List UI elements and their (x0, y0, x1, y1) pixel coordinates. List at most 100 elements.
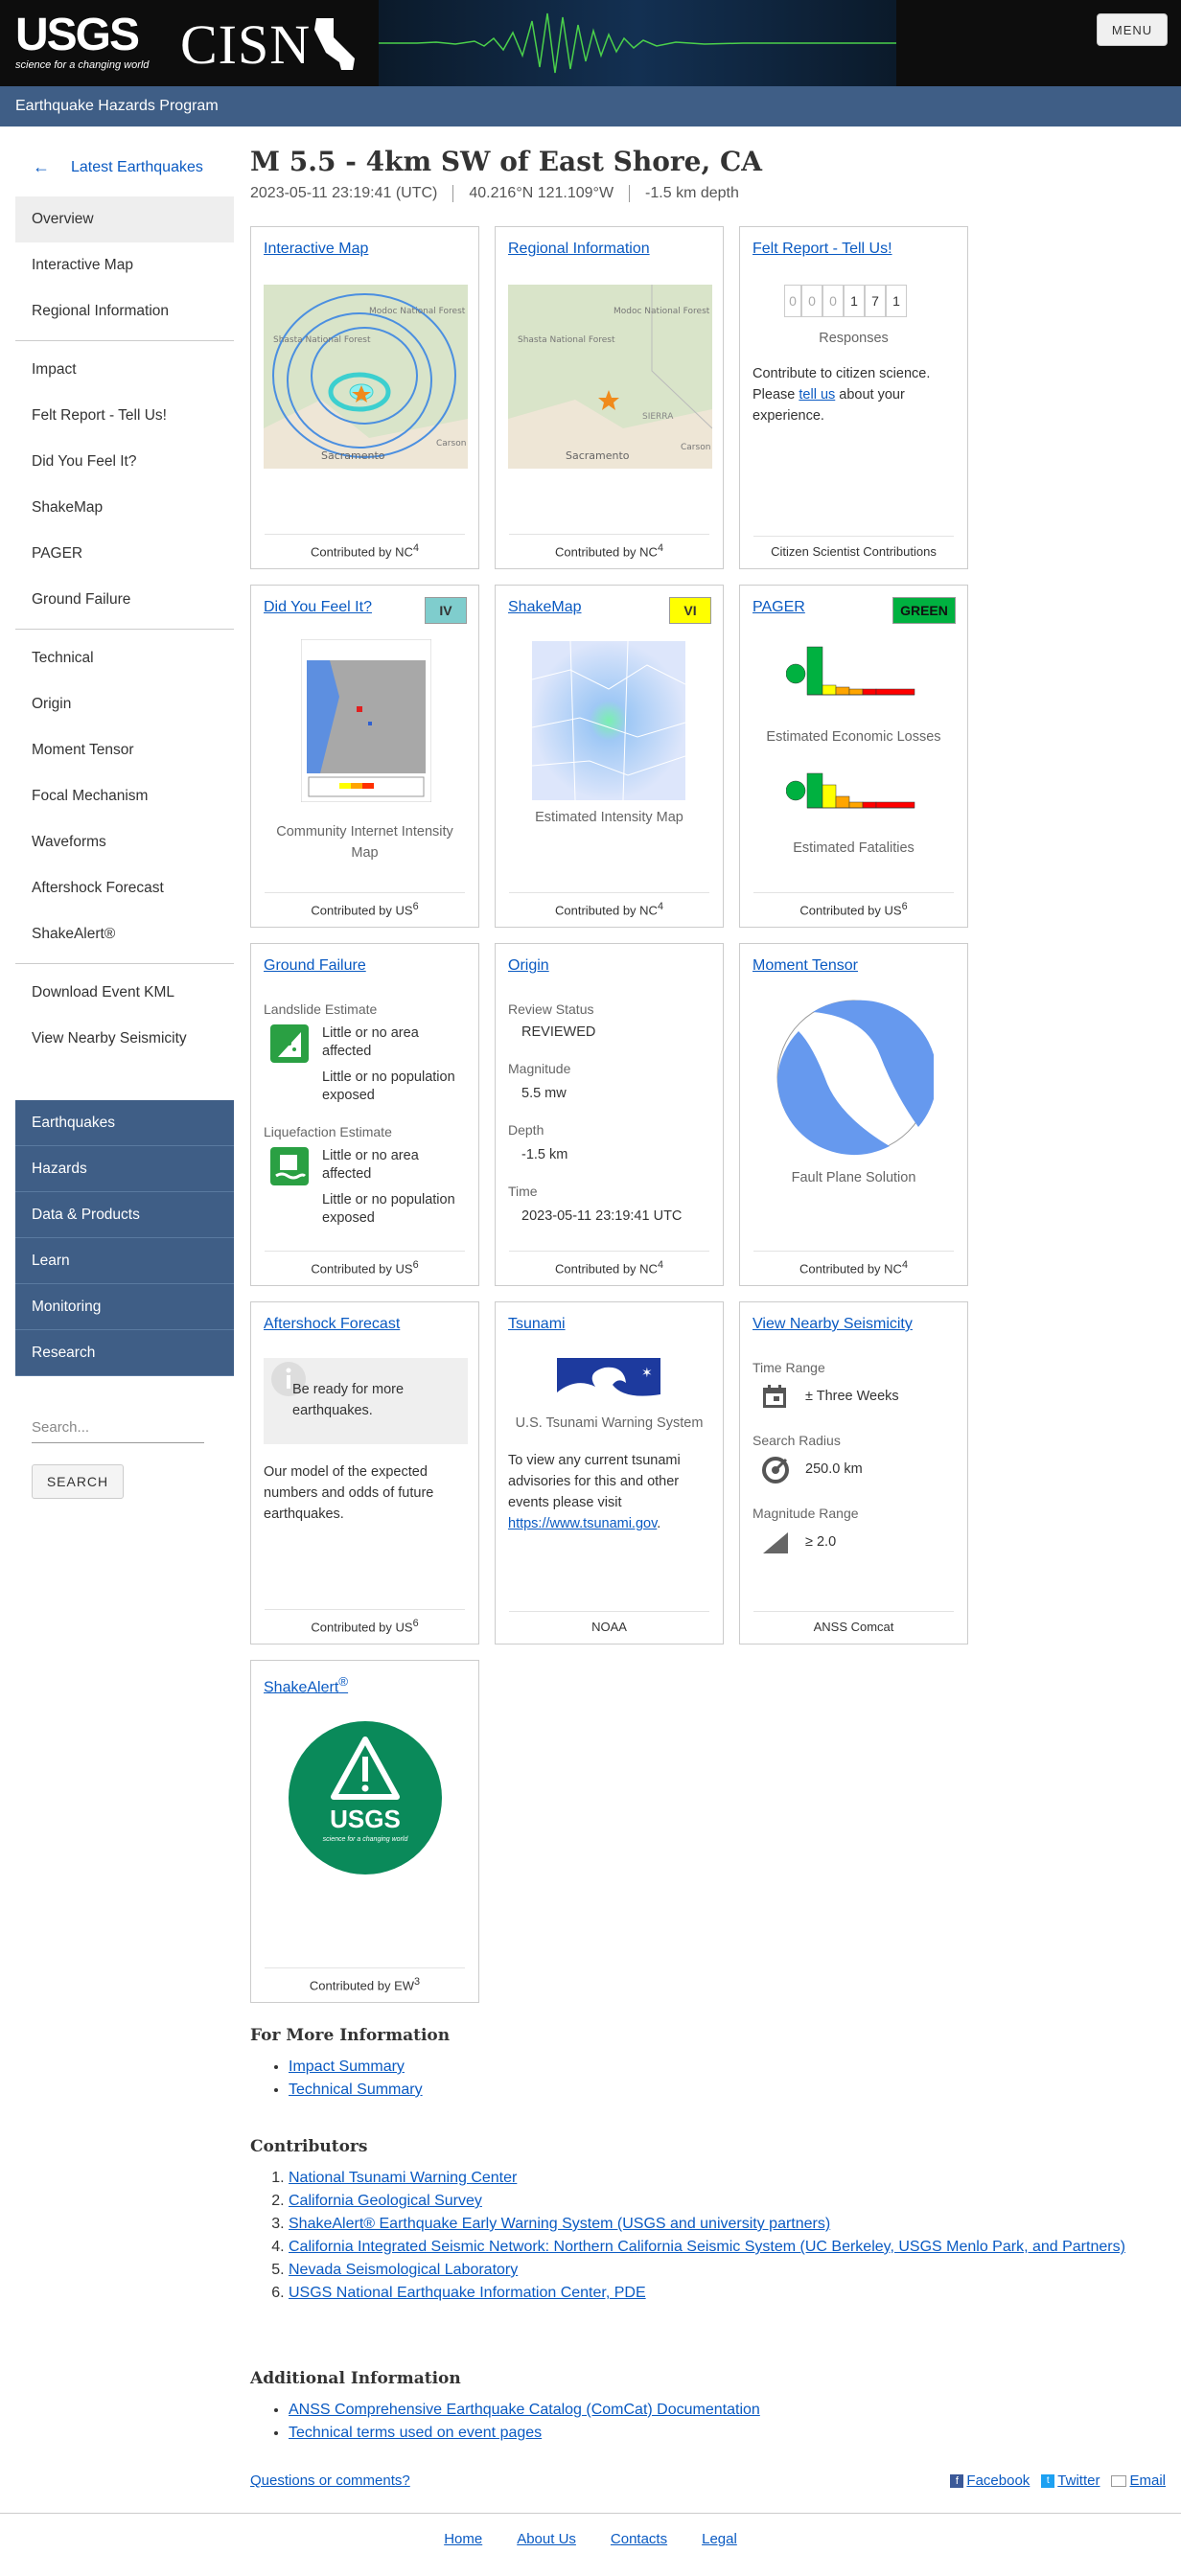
sidebar-item-ground-failure[interactable]: Ground Failure (15, 577, 234, 623)
site-nav-hazards[interactable]: Hazards (15, 1146, 234, 1192)
footer-home-link[interactable]: Home (444, 2531, 482, 2576)
search-button[interactable]: SEARCH (32, 1464, 124, 1499)
footer-contacts-link[interactable]: Contacts (611, 2531, 667, 2576)
card-nearby-seismicity[interactable]: View Nearby Seismicity Time Range ± Thre… (739, 1301, 968, 1644)
dyfi-map-thumbnail[interactable] (301, 639, 431, 802)
card-title[interactable]: ShakeAlert® (264, 1674, 348, 1696)
sidebar-item-shakemap[interactable]: ShakeMap (15, 485, 234, 531)
footer-legal-link[interactable]: Legal (702, 2531, 737, 2576)
card-tsunami[interactable]: Tsunami ✶ U.S. Tsunami Warning System To… (495, 1301, 724, 1644)
site-footer: Home About Us Contacts Legal (0, 2513, 1181, 2576)
card-footer: Contributed by US6 (265, 891, 465, 917)
card-footer: NOAA (509, 1611, 709, 1634)
svg-text:✶: ✶ (641, 1366, 653, 1381)
contributor-link[interactable]: Nevada Seismological Laboratory (289, 2262, 518, 2278)
sidebar-item-aftershock-forecast[interactable]: Aftershock Forecast (15, 865, 234, 911)
card-title[interactable]: Moment Tensor (753, 957, 858, 975)
card-title[interactable]: Aftershock Forecast (264, 1316, 400, 1333)
card-title[interactable]: ShakeMap (508, 599, 582, 616)
card-felt-report[interactable]: Felt Report - Tell Us! 0 0 0 1 7 1 Respo… (739, 226, 968, 569)
contributor-link[interactable]: USGS National Earthquake Information Cen… (289, 2285, 646, 2301)
site-nav-monitoring[interactable]: Monitoring (15, 1284, 234, 1330)
sidebar-item-focal-mechanism[interactable]: Focal Mechanism (15, 773, 234, 819)
site-nav: Earthquakes Hazards Data & Products Lear… (15, 1100, 234, 1376)
sidebar-item-impact[interactable]: Impact (15, 347, 234, 393)
usgs-logo[interactable]: USGS science for a changing world (15, 12, 169, 75)
card-moment-tensor[interactable]: Moment Tensor Fault Plane Solution Contr… (739, 943, 968, 1286)
card-shakemap[interactable]: ShakeMap VI Estimated Intensity Map Cont… (495, 585, 724, 928)
email-link[interactable]: Email (1129, 2472, 1166, 2489)
sidebar-item-felt-report[interactable]: Felt Report - Tell Us! (15, 393, 234, 439)
sidebar-item-interactive-map[interactable]: Interactive Map (15, 242, 234, 288)
twitter-share[interactable]: t Twitter (1041, 2472, 1100, 2489)
sidebar-item-overview[interactable]: Overview (15, 196, 234, 242)
sidebar-item-technical[interactable]: Technical (15, 635, 234, 681)
contributor-link[interactable]: California Geological Survey (289, 2193, 482, 2209)
sidebar-item-shakealert[interactable]: ShakeAlert® (15, 911, 234, 957)
program-title[interactable]: Earthquake Hazards Program (15, 98, 219, 115)
site-nav-learn[interactable]: Learn (15, 1238, 234, 1284)
liquefaction-icon (270, 1147, 309, 1185)
technical-terms-link[interactable]: Technical terms used on event pages (289, 2425, 542, 2441)
card-title[interactable]: Ground Failure (264, 957, 366, 975)
tsunami-system-label: U.S. Tsunami Warning System (515, 1415, 704, 1431)
card-ground-failure[interactable]: Ground Failure Landslide Estimate Little… (250, 943, 479, 1286)
technical-summary-link[interactable]: Technical Summary (289, 2082, 423, 2098)
sidebar-item-origin[interactable]: Origin (15, 681, 234, 727)
tell-us-link[interactable]: tell us (799, 387, 835, 402)
site-nav-data-products[interactable]: Data & Products (15, 1192, 234, 1238)
shakemap-caption: Estimated Intensity Map (535, 810, 683, 825)
footer-about-link[interactable]: About Us (517, 2531, 576, 2576)
contributor-link[interactable]: ShakeAlert® Earthquake Early Warning Sys… (289, 2216, 830, 2232)
card-footer: Contributed by US6 (265, 1608, 465, 1634)
search-input[interactable]: Search... (32, 1413, 204, 1443)
impact-summary-link[interactable]: Impact Summary (289, 2058, 405, 2075)
card-regional-information[interactable]: Regional Information Sacramento Modoc Na… (495, 226, 724, 569)
card-aftershock-forecast[interactable]: Aftershock Forecast Be ready for more ea… (250, 1301, 479, 1644)
sidebar-item-regional-information[interactable]: Regional Information (15, 288, 234, 334)
site-nav-earthquakes[interactable]: Earthquakes (15, 1100, 234, 1146)
card-title[interactable]: PAGER (753, 599, 805, 616)
cisn-logo[interactable]: CISN (180, 13, 372, 76)
card-footer: Citizen Scientist Contributions (753, 536, 954, 559)
site-nav-research[interactable]: Research (15, 1330, 234, 1376)
intensity-badge: VI (669, 597, 711, 624)
back-to-latest-link[interactable]: ← Latest Earthquakes (15, 151, 234, 196)
menu-button[interactable]: MENU (1097, 13, 1168, 46)
sidebar-item-nearby-seismicity[interactable]: View Nearby Seismicity (15, 1016, 234, 1062)
card-origin[interactable]: Origin Review Status REVIEWED Magnitude … (495, 943, 724, 1286)
landslide-area: Little or no area affected (322, 1025, 419, 1059)
twitter-link[interactable]: Twitter (1057, 2472, 1100, 2489)
sidebar-item-moment-tensor[interactable]: Moment Tensor (15, 727, 234, 773)
tsunami-gov-link[interactable]: https://www.tsunami.gov (508, 1516, 657, 1531)
shakemap-thumbnail[interactable] (532, 641, 685, 800)
questions-link[interactable]: Questions or comments? (250, 2472, 410, 2489)
facebook-link[interactable]: Facebook (966, 2472, 1030, 2489)
counter-digit: 7 (865, 285, 886, 317)
facebook-share[interactable]: f Facebook (950, 2472, 1030, 2489)
card-shakealert[interactable]: ShakeAlert® USGS science for a changing … (250, 1660, 479, 2003)
card-title[interactable]: View Nearby Seismicity (753, 1316, 913, 1333)
card-pager[interactable]: PAGER GREEN Estimated Economic Losses Es… (739, 585, 968, 928)
card-title[interactable]: Felt Report - Tell Us! (753, 241, 892, 258)
sidebar-item-download-kml[interactable]: Download Event KML (15, 970, 234, 1016)
beachball-icon[interactable] (775, 998, 934, 1157)
card-title[interactable]: Interactive Map (264, 241, 368, 258)
card-interactive-map[interactable]: Interactive Map Sacramento Modoc Nationa… (250, 226, 479, 569)
card-dyfi[interactable]: Did You Feel It? IV Community Internet I… (250, 585, 479, 928)
contributor-link[interactable]: National Tsunami Warning Center (289, 2170, 517, 2186)
card-title[interactable]: Regional Information (508, 241, 650, 258)
contributor-link[interactable]: California Integrated Seismic Network: N… (289, 2239, 1125, 2255)
usgs-logo-tagline: science for a changing world (15, 59, 150, 71)
sidebar-item-waveforms[interactable]: Waveforms (15, 819, 234, 865)
email-share[interactable]: Email (1111, 2472, 1166, 2489)
card-title[interactable]: Tsunami (508, 1316, 566, 1333)
sidebar-item-dyfi[interactable]: Did You Feel It? (15, 439, 234, 485)
comcat-docs-link[interactable]: ANSS Comprehensive Earthquake Catalog (C… (289, 2402, 760, 2418)
calendar-icon (763, 1385, 786, 1408)
card-title[interactable]: Origin (508, 957, 549, 975)
card-title[interactable]: Did You Feel It? (264, 599, 372, 616)
regional-map-thumbnail[interactable]: Sacramento Modoc National Forest Shasta … (508, 285, 712, 469)
sidebar-item-pager[interactable]: PAGER (15, 531, 234, 577)
interactive-map-thumbnail[interactable]: Sacramento Modoc National Forest Shasta … (264, 285, 468, 469)
